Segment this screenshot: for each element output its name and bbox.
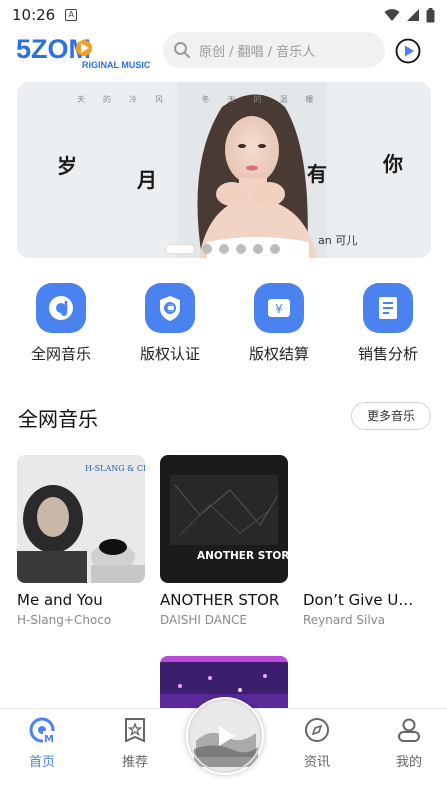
battery-icon — [426, 7, 435, 22]
feature-label: 全网音乐 — [30, 345, 91, 363]
signal-icon — [407, 9, 419, 21]
album-cover: ANOTHER STORY — [160, 455, 288, 583]
home-icon: M — [29, 717, 55, 745]
feature-label: 版权结算 — [248, 345, 309, 363]
pagination-dot[interactable] — [236, 244, 246, 254]
song-card[interactable]: Don’t Give U… Reynard Silva — [303, 455, 431, 627]
now-playing-button[interactable] — [395, 38, 421, 64]
svg-text:ANOTHER STORY: ANOTHER STORY — [197, 550, 288, 562]
yuan-wallet-icon: ¥ — [254, 283, 304, 333]
playing-disc-button[interactable] — [186, 697, 264, 775]
feature-label: 销售分析 — [357, 345, 418, 363]
hero-banner[interactable]: 天的冷风 冬天的温暖 岁 月 有 你 an 可儿 — [17, 82, 431, 258]
song-artist: DAISHI DANCE — [160, 613, 247, 627]
feature-copyright-settlement[interactable]: ¥ 版权结算 — [229, 283, 329, 364]
nav-label: 我的 — [395, 755, 422, 770]
banner-char-4: 你 — [383, 152, 403, 176]
song-card[interactable]: ANOTHER STORY ANOTHER STOR DAISHI DANCE — [160, 455, 288, 627]
svg-text:RIGINAL MUSIC: RIGINAL MUSIC — [82, 60, 151, 70]
svg-text:H-SLANG & CHOCO: H-SLANG & CHOCO — [85, 464, 145, 473]
search-bar[interactable]: 原创 / 翻唱 / 音乐人 — [163, 32, 385, 68]
analysis-doc-icon — [363, 283, 413, 333]
feature-all-music[interactable]: 全网音乐 — [11, 283, 111, 364]
search-placeholder: 原创 / 翻唱 / 音乐人 — [199, 44, 316, 60]
compass-icon — [305, 718, 329, 742]
nav-label: 资讯 — [303, 755, 330, 770]
banner-pagination — [165, 244, 280, 254]
wifi-icon — [384, 9, 400, 21]
star-box-icon — [125, 718, 145, 743]
svg-text:¥: ¥ — [275, 302, 283, 316]
nav-mine[interactable]: 我的 — [379, 717, 439, 770]
banner-char-2: 月 — [137, 168, 157, 192]
status-time: 10:26 — [12, 6, 56, 24]
section-title: 全网音乐 — [18, 407, 98, 431]
song-card[interactable]: H-SLANG & CHOCO Me and You H-Slang+Choco — [17, 455, 145, 627]
search-icon — [174, 42, 190, 58]
nav-news[interactable]: 资讯 — [287, 717, 347, 770]
banner-char-3: 有 — [307, 162, 327, 186]
top-header: 5ZOM RIGINAL MUSIC 原创 / 翻唱 / 音乐人 — [0, 30, 447, 72]
song-artist: H-Slang+Choco — [17, 613, 112, 627]
song-title: Me and You — [17, 591, 103, 609]
copyright-shield-icon — [145, 283, 195, 333]
banner-artwork — [17, 82, 431, 258]
pagination-dot[interactable] — [270, 244, 280, 254]
banner-char-1: 岁 — [57, 154, 77, 178]
status-bar: 10:26 A — [0, 0, 447, 30]
pagination-dot-active[interactable] — [165, 244, 195, 254]
feature-copyright-cert[interactable]: 版权认证 — [120, 283, 220, 364]
banner-artist: an 可儿 — [318, 234, 358, 247]
svg-text:M: M — [44, 734, 54, 743]
banner-lyric-line: 天的冷风 冬天的温暖 — [77, 95, 332, 104]
song-title: Don’t Give U… — [303, 591, 414, 609]
feature-grid: 全网音乐 版权认证 ¥ 版权结算 销售分析 — [0, 283, 447, 363]
song-title: ANOTHER STOR — [160, 591, 280, 609]
pagination-dot[interactable] — [253, 244, 263, 254]
nav-label: 首页 — [28, 755, 55, 770]
nav-home[interactable]: M 首页 — [12, 717, 72, 770]
pagination-dot[interactable] — [202, 244, 212, 254]
feature-sales-analysis[interactable]: 销售分析 — [338, 283, 438, 364]
user-icon — [398, 718, 420, 742]
music-disc-icon — [36, 283, 86, 333]
notification-a-icon: A — [65, 9, 78, 21]
nav-label: 推荐 — [121, 755, 148, 770]
more-music-button[interactable]: 更多音乐 — [351, 402, 431, 430]
app-logo[interactable]: 5ZOM RIGINAL MUSIC — [16, 34, 152, 70]
nav-recommend[interactable]: 推荐 — [105, 717, 165, 770]
album-cover: H-SLANG & CHOCO — [17, 455, 145, 583]
album-cover-empty — [303, 455, 431, 583]
feature-label: 版权认证 — [139, 345, 200, 363]
pagination-dot[interactable] — [219, 244, 229, 254]
song-artist: Reynard Silva — [303, 613, 386, 627]
